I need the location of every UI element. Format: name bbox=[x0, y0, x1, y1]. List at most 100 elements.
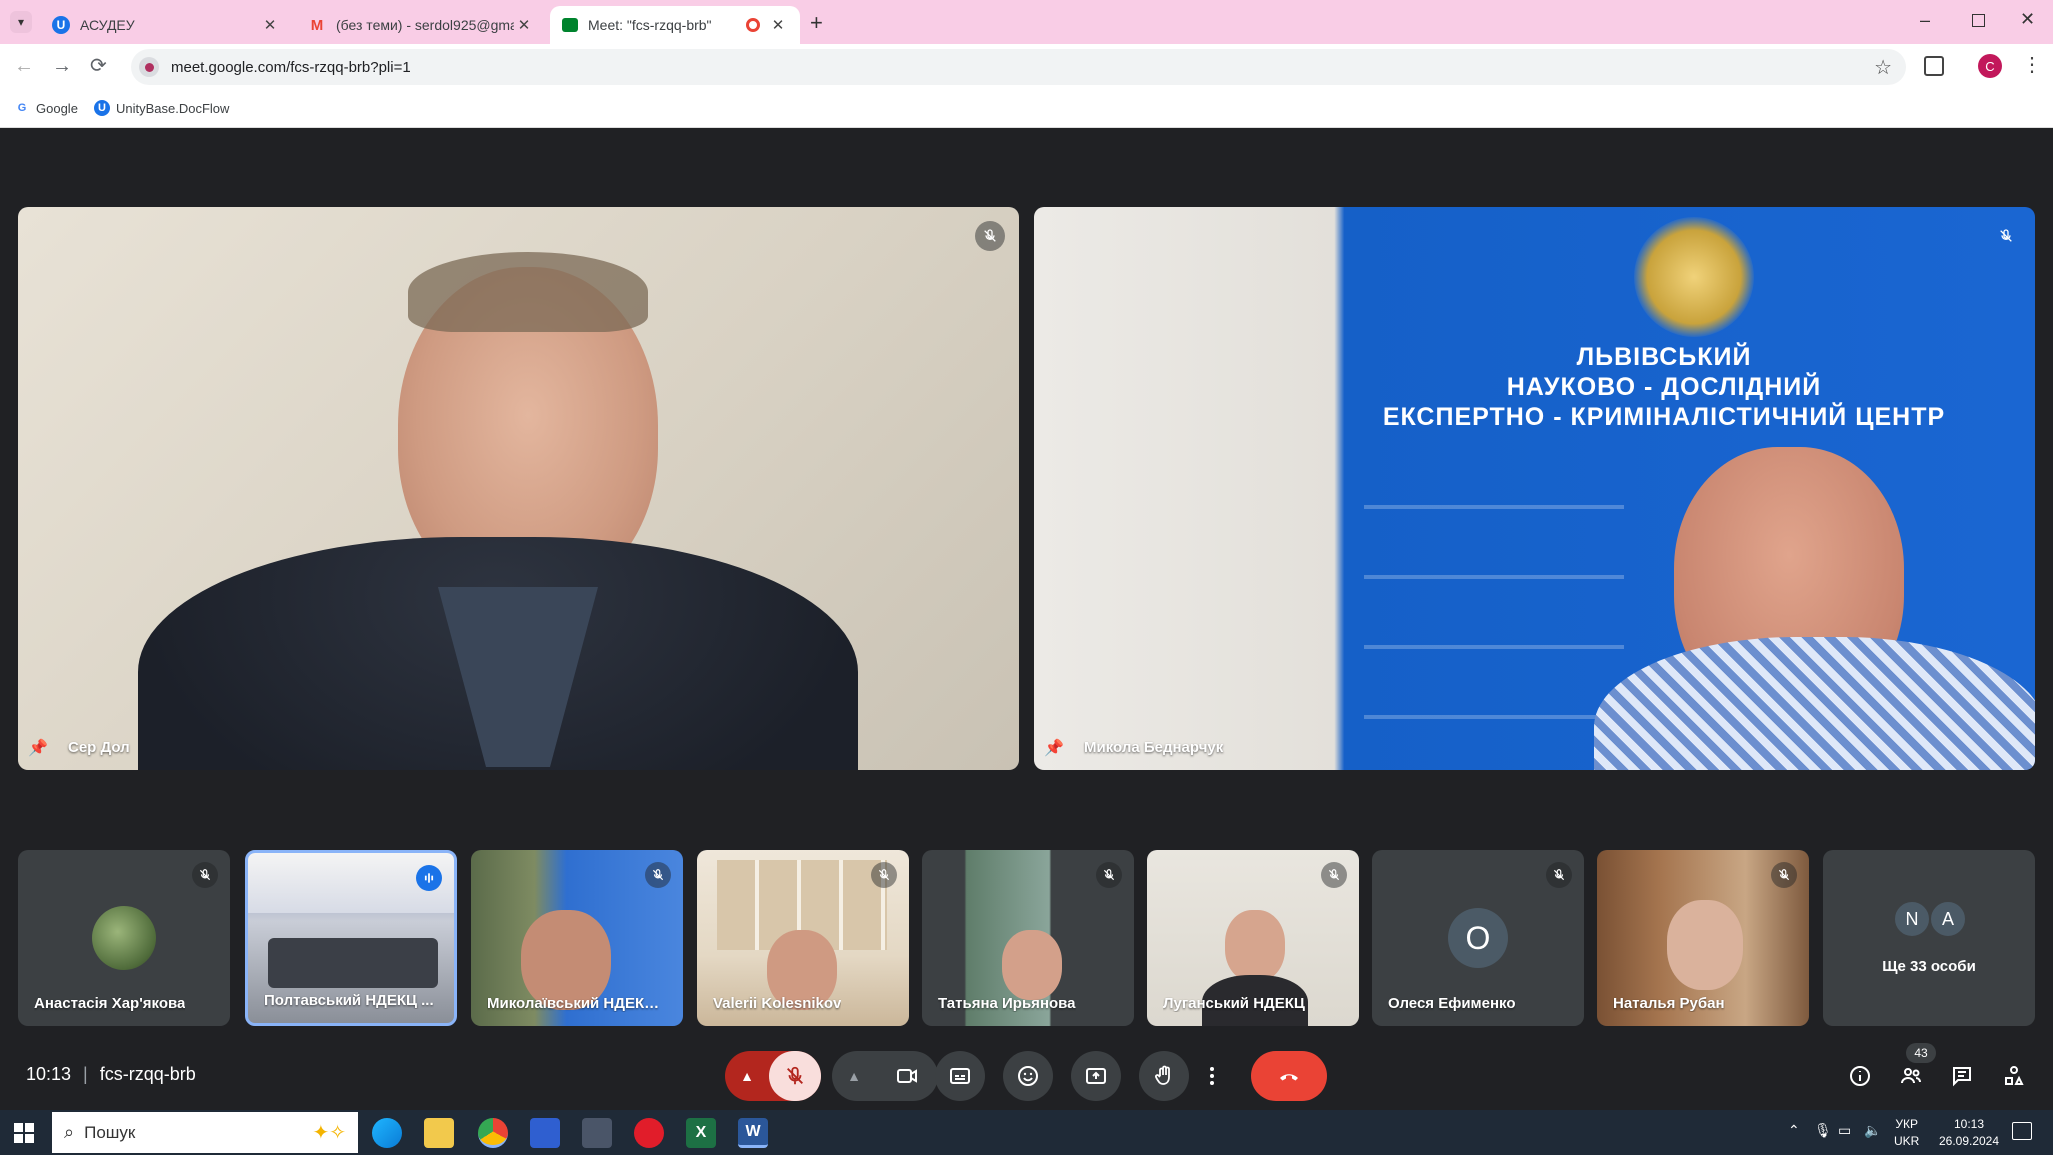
windows-taskbar: ⌕ Пошук ✦✧ X W ⌃ 🎙 ▭ 🔈 УКР UKR 10:13 26.… bbox=[0, 1110, 2053, 1155]
google-meet-icon bbox=[562, 18, 578, 32]
participant-tile-active-speaker[interactable]: Полтавський НДЕКЦ ... bbox=[245, 850, 457, 1026]
tab-gmail[interactable]: M (без теми) - serdol925@gmail.c ✕ bbox=[296, 6, 546, 44]
camera-options-chevron-icon[interactable]: ▲ bbox=[832, 1051, 876, 1101]
camera-toggle-button[interactable] bbox=[876, 1051, 938, 1101]
leave-call-button[interactable] bbox=[1251, 1051, 1327, 1101]
minimize-button[interactable]: – bbox=[1920, 10, 1930, 31]
participant-tile[interactable]: Луганський НДЕКЦ bbox=[1147, 850, 1359, 1026]
input-language[interactable]: УКР UKR bbox=[1894, 1116, 1919, 1150]
participant-name: Анастасія Хар'якова bbox=[34, 995, 186, 1012]
participant-tile[interactable]: Миколаївський НДЕКЦ... bbox=[471, 850, 683, 1026]
bookmark-star-icon[interactable]: ☆ bbox=[1874, 55, 1892, 80]
bookmark-label: Google bbox=[36, 100, 78, 116]
pin-icon[interactable]: 📌 bbox=[1044, 738, 1066, 760]
muted-mic-icon bbox=[1096, 862, 1122, 888]
extensions-icon[interactable] bbox=[1924, 56, 1944, 76]
reload-icon[interactable]: ⟳ bbox=[90, 56, 107, 76]
volume-icon[interactable]: 🔈 bbox=[1864, 1122, 1881, 1139]
browser-tab-bar: ▾ U АСУДЕУ ✕ M (без теми) - serdol925@gm… bbox=[0, 0, 2053, 44]
participant-name: Сер Дол bbox=[68, 739, 130, 756]
site-info-icon[interactable] bbox=[139, 57, 159, 77]
microphone-group: ▲ bbox=[725, 1051, 821, 1101]
recording-indicator-icon bbox=[746, 18, 760, 32]
new-tab-button[interactable]: + bbox=[810, 10, 823, 36]
tab-meet[interactable]: Meet: "fcs-rzqq-brb" ✕ bbox=[550, 6, 800, 44]
captions-button[interactable] bbox=[935, 1051, 985, 1101]
unitybase-icon: U bbox=[94, 100, 110, 116]
banner-pattern bbox=[1364, 467, 1624, 757]
word-icon[interactable]: W bbox=[738, 1118, 768, 1148]
more-avatars: N A bbox=[1893, 900, 1967, 938]
taskbar-search-box[interactable]: ⌕ Пошук ✦✧ bbox=[52, 1112, 358, 1153]
muted-mic-icon bbox=[1321, 862, 1347, 888]
mic-options-chevron-icon[interactable]: ▲ bbox=[725, 1051, 769, 1101]
save-disk-icon[interactable] bbox=[530, 1118, 560, 1148]
reactions-button[interactable] bbox=[1003, 1051, 1053, 1101]
notifications-icon[interactable] bbox=[2012, 1122, 2032, 1140]
opera-icon[interactable] bbox=[634, 1118, 664, 1148]
network-icon[interactable]: ▭ bbox=[1838, 1122, 1851, 1139]
tab-search-chevron-icon[interactable]: ▾ bbox=[10, 11, 32, 33]
tab-asudeu[interactable]: U АСУДЕУ ✕ bbox=[40, 6, 292, 44]
restore-button[interactable] bbox=[1972, 14, 1985, 27]
site-dot-icon bbox=[144, 62, 154, 72]
edge-icon[interactable] bbox=[372, 1118, 402, 1148]
more-participants-tile[interactable]: N A Ще 33 особи bbox=[1823, 850, 2035, 1026]
windows-start-icon[interactable] bbox=[14, 1123, 34, 1143]
more-options-button[interactable] bbox=[1197, 1051, 1227, 1101]
close-icon[interactable]: ✕ bbox=[768, 16, 788, 34]
participant-tile[interactable]: Valerii Kolesnikov bbox=[697, 850, 909, 1026]
bookmark-google[interactable]: G Google bbox=[14, 100, 78, 116]
info-separator: | bbox=[83, 1064, 88, 1084]
more-vert-icon bbox=[1210, 1067, 1214, 1085]
meeting-time: 10:13 bbox=[26, 1064, 72, 1084]
forward-arrow-icon[interactable]: → bbox=[52, 56, 72, 76]
close-icon[interactable]: ✕ bbox=[514, 16, 534, 34]
gmail-icon: M bbox=[310, 16, 324, 34]
chat-button[interactable] bbox=[1937, 1051, 1987, 1101]
back-arrow-icon[interactable]: ← bbox=[14, 56, 34, 76]
activities-button[interactable] bbox=[1989, 1051, 2039, 1101]
video-tile-main-1[interactable]: 📌 Сер Дол bbox=[18, 207, 1019, 770]
language-code: UKR bbox=[1894, 1134, 1920, 1148]
tab-title: Meet: "fcs-rzqq-brb" bbox=[588, 17, 712, 33]
banner-line: ЕКСПЕРТНО - КРИМІНАЛІСТИЧНИЙ ЦЕНТР bbox=[1382, 403, 1946, 431]
camera-icon bbox=[897, 1069, 917, 1083]
participant-tile[interactable]: Наталья Рубан bbox=[1597, 850, 1809, 1026]
excel-icon[interactable]: X bbox=[686, 1118, 716, 1148]
bookmark-unitybase[interactable]: U UnityBase.DocFlow bbox=[94, 100, 229, 116]
participant-tile[interactable]: Анастасія Хар'якова bbox=[18, 850, 230, 1026]
chrome-icon[interactable] bbox=[478, 1118, 508, 1148]
participant-tile[interactable]: Татьяна Ирьянова bbox=[922, 850, 1134, 1026]
muted-mic-icon bbox=[1771, 862, 1797, 888]
address-bar[interactable]: meet.google.com/fcs-rzqq-brb?pli=1 ☆ bbox=[131, 49, 1906, 85]
pin-icon[interactable]: 📌 bbox=[28, 738, 50, 760]
clock-time: 10:13 bbox=[1953, 1117, 1985, 1131]
avatar-initial: О bbox=[1448, 908, 1508, 968]
system-clock[interactable]: 10:13 26.09.2024 bbox=[1930, 1116, 2008, 1150]
muted-mic-icon bbox=[871, 862, 897, 888]
meeting-details-button[interactable] bbox=[1835, 1051, 1885, 1101]
calculator-icon[interactable] bbox=[582, 1118, 612, 1148]
tray-chevron-icon[interactable]: ⌃ bbox=[1788, 1122, 1800, 1139]
hang-up-icon bbox=[1280, 1074, 1298, 1081]
language-short: УКР bbox=[1895, 1117, 1918, 1131]
microphone-toggle-button[interactable] bbox=[769, 1051, 821, 1101]
start-tile bbox=[25, 1123, 34, 1132]
present-screen-button[interactable] bbox=[1071, 1051, 1121, 1101]
raise-hand-button[interactable] bbox=[1139, 1051, 1189, 1101]
window-close-button[interactable]: ✕ bbox=[2020, 9, 2035, 30]
info-icon bbox=[1850, 1066, 1870, 1086]
video-tile-main-2[interactable]: ЛЬВІВСЬКИЙ НАУКОВО - ДОСЛІДНИЙ ЕКСПЕРТНО… bbox=[1034, 207, 2035, 770]
tray-mic-icon[interactable]: 🎙 bbox=[1814, 1122, 1832, 1139]
bookmarks-bar: G Google U UnityBase.DocFlow bbox=[0, 90, 2053, 128]
participant-name: Valerii Kolesnikov bbox=[713, 995, 842, 1012]
close-icon[interactable]: ✕ bbox=[260, 16, 280, 34]
browser-menu-icon[interactable]: ⋮ bbox=[2022, 52, 2042, 77]
participant-name: Миколаївський НДЕКЦ... bbox=[487, 995, 667, 1012]
start-tile bbox=[14, 1123, 23, 1132]
people-button[interactable]: 43 bbox=[1886, 1043, 1936, 1101]
profile-avatar[interactable]: C bbox=[1978, 54, 2002, 78]
file-explorer-icon[interactable] bbox=[424, 1118, 454, 1148]
participant-tile[interactable]: О Олеся Ефименко bbox=[1372, 850, 1584, 1026]
